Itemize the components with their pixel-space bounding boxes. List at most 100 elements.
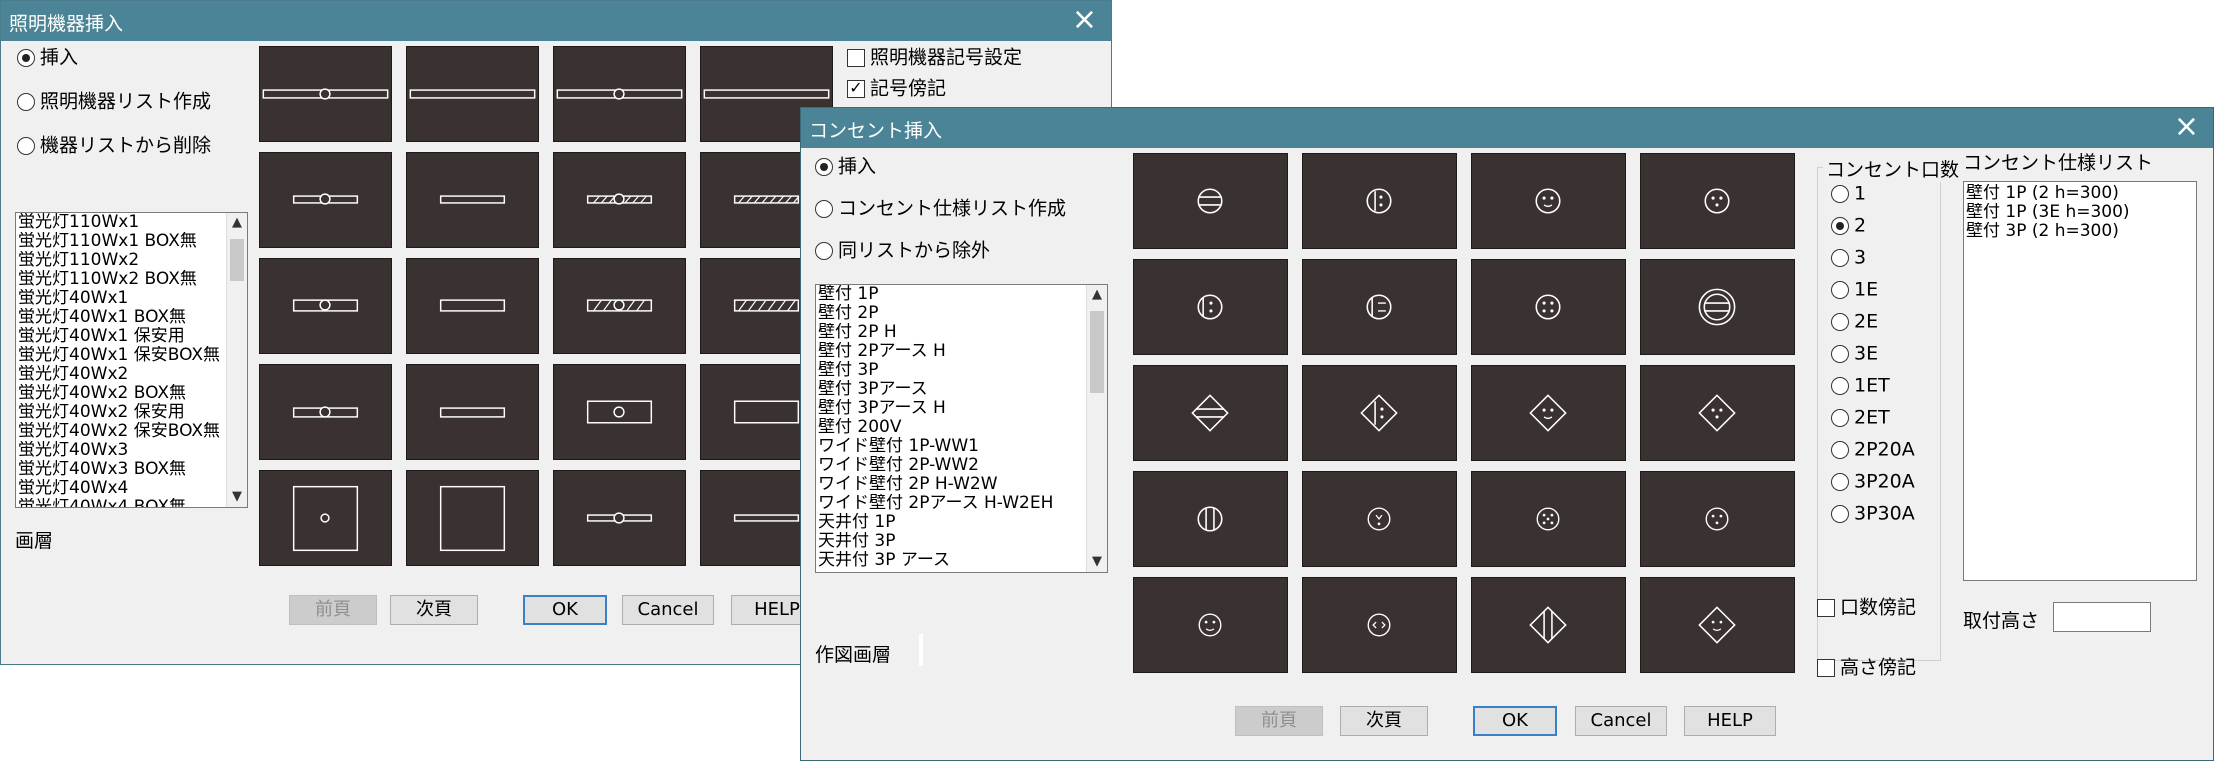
outlet-symbol-r3c2[interactable]	[1471, 471, 1626, 567]
list-item[interactable]: 蛍光灯40Wx2	[18, 365, 225, 384]
list-item[interactable]: 壁付 2Pアース H	[818, 342, 1085, 361]
list-item[interactable]: 蛍光灯110Wx1	[18, 213, 225, 232]
outlet-count-option[interactable]: 1ET	[1831, 372, 1890, 398]
outlet-symbol-r2c2[interactable]	[1471, 365, 1626, 461]
outlet-symbol-r0c0[interactable]	[1133, 153, 1288, 249]
outlet-mount-height-input[interactable]	[2053, 602, 2151, 632]
outlet-count-option[interactable]: 2P20A	[1831, 436, 1915, 462]
outlet-symbol-r4c0[interactable]	[1133, 577, 1288, 673]
radio-button[interactable]	[815, 157, 833, 176]
outlet-symbol-r3c0[interactable]	[1133, 471, 1288, 567]
light-symbol-r4c1[interactable]	[406, 470, 539, 566]
outlet-count-note-check[interactable]: 口数傍記	[1817, 594, 1916, 620]
list-item[interactable]: 蛍光灯40Wx1	[18, 289, 225, 308]
list-item[interactable]: 壁付 2P	[818, 304, 1085, 323]
outlet-symbol-r4c2[interactable]	[1471, 577, 1626, 673]
outlet-count-option[interactable]: 3P20A	[1831, 468, 1915, 494]
list-item[interactable]: 天井付 3P アース	[818, 551, 1085, 570]
list-item[interactable]: 蛍光灯40Wx1 保安BOX無	[18, 346, 225, 365]
list-item[interactable]: 壁付 3P (2 h=300)	[1966, 222, 2194, 241]
list-item[interactable]: ワイド壁付 2P H-W2W	[818, 475, 1085, 494]
scroll-thumb[interactable]	[230, 239, 244, 281]
light-symbol-r1c0[interactable]	[259, 152, 392, 248]
outlet-type-list[interactable]: 壁付 1P 壁付 2P 壁付 2P H 壁付 2Pアース H 壁付 3P 壁付 3Pアース…	[815, 284, 1108, 573]
light-symbol-r0c2[interactable]	[553, 46, 686, 142]
outlet-cancel-button[interactable]: Cancel	[1575, 706, 1667, 736]
list-item[interactable]: 蛍光灯40Wx2 保安用	[18, 403, 225, 422]
list-item[interactable]: ワイド壁付 2P-WW2	[818, 456, 1085, 475]
outlet-symbol-r0c2[interactable]	[1471, 153, 1626, 249]
lighting-equipment-list[interactable]: 蛍光灯110Wx1 蛍光灯110Wx1 BOX無 蛍光灯110Wx2 蛍光灯110Wx…	[15, 212, 248, 508]
radio-button[interactable]	[1831, 216, 1849, 235]
lighting-dialog-titlebar[interactable]: 照明機器挿入 ×	[1, 1, 1111, 41]
outlet-dialog-titlebar[interactable]: コンセント挿入 ×	[801, 108, 2213, 148]
radio-button[interactable]	[1831, 408, 1849, 427]
list-item[interactable]: 蛍光灯40Wx4 BOX無	[18, 498, 225, 507]
light-symbol-r2c1[interactable]	[406, 258, 539, 354]
lighting-next-page-button[interactable]: 次頁	[390, 595, 478, 625]
outlet-spec-list[interactable]: 壁付 1P (2 h=300) 壁付 1P (3E h=300) 壁付 3P (2 …	[1963, 181, 2197, 581]
radio-button[interactable]	[1831, 248, 1849, 267]
radio-button[interactable]	[815, 241, 833, 260]
lighting-list-scrollbar[interactable]: ▲ ▼	[226, 213, 247, 507]
lighting-ok-button[interactable]: OK	[523, 595, 607, 625]
outlet-symbol-r2c1[interactable]	[1302, 365, 1457, 461]
outlet-help-button[interactable]: HELP	[1684, 706, 1776, 736]
outlet-symbol-r0c1[interactable]	[1302, 153, 1457, 249]
list-item[interactable]: 蛍光灯110Wx2	[18, 251, 225, 270]
lighting-cancel-button[interactable]: Cancel	[622, 595, 714, 625]
light-symbol-r2c2[interactable]	[553, 258, 686, 354]
outlet-mode-create-spec-list[interactable]: コンセント仕様リスト作成	[815, 195, 1066, 221]
outlet-symbol-r2c3[interactable]	[1640, 365, 1795, 461]
outlet-count-option[interactable]: 2	[1831, 212, 1866, 238]
outlet-symbol-r3c1[interactable]	[1302, 471, 1457, 567]
radio-button[interactable]	[1831, 280, 1849, 299]
list-item[interactable]: 天井付 1P	[818, 513, 1085, 532]
lighting-prev-page-button[interactable]: 前頁	[289, 595, 377, 625]
lighting-mode-create-list[interactable]: 照明機器リスト作成	[17, 88, 211, 114]
list-item[interactable]: 壁付 3Pアース H	[818, 399, 1085, 418]
list-item[interactable]: 蛍光灯40Wx1 BOX無	[18, 308, 225, 327]
outlet-symbol-r2c0[interactable]	[1133, 365, 1288, 461]
radio-button[interactable]	[17, 92, 35, 111]
outlet-count-option[interactable]: 3E	[1831, 340, 1878, 366]
outlet-mode-exclude[interactable]: 同リストから除外	[815, 237, 990, 263]
list-item[interactable]: 壁付 1P (3E h=300)	[1966, 203, 2194, 222]
outlet-symbol-r1c0[interactable]	[1133, 259, 1288, 355]
checkbox[interactable]: ✓	[847, 79, 865, 98]
radio-button[interactable]	[1831, 184, 1849, 203]
light-symbol-r3c2[interactable]	[553, 364, 686, 460]
list-item[interactable]: 壁付 200V	[818, 418, 1085, 437]
lighting-mode-insert[interactable]: 挿入	[17, 44, 78, 70]
list-item[interactable]: 壁付 2P H	[818, 323, 1085, 342]
outlet-count-option[interactable]: 1	[1831, 180, 1866, 206]
outlet-symbol-r4c1[interactable]	[1302, 577, 1457, 673]
outlet-symbol-r1c2[interactable]	[1471, 259, 1626, 355]
close-icon[interactable]: ×	[2174, 110, 2199, 144]
scroll-up-arrow-icon[interactable]: ▲	[1087, 285, 1107, 305]
lighting-mode-remove[interactable]: 機器リストから削除	[17, 132, 211, 158]
list-item[interactable]: ワイド壁付 1P-WW1	[818, 437, 1085, 456]
light-symbol-r4c2[interactable]	[553, 470, 686, 566]
list-item[interactable]: 蛍光灯40Wx2 BOX無	[18, 384, 225, 403]
light-symbol-r3c1[interactable]	[406, 364, 539, 460]
list-item[interactable]: 壁付 1P	[818, 285, 1085, 304]
list-item[interactable]: 天井付 3P	[818, 532, 1085, 551]
outlet-count-option[interactable]: 3	[1831, 244, 1866, 270]
radio-button[interactable]	[1831, 472, 1849, 491]
list-item[interactable]: ワイド壁付 2Pアース H-W2EH	[818, 494, 1085, 513]
outlet-layer-field[interactable]	[919, 634, 923, 666]
lighting-symbol-note-check[interactable]: ✓ 記号傍記	[847, 75, 946, 101]
outlet-mode-insert[interactable]: 挿入	[815, 153, 876, 179]
list-item[interactable]: 蛍光灯40Wx4	[18, 479, 225, 498]
radio-button[interactable]	[815, 199, 833, 218]
lighting-symbol-setting-check[interactable]: 照明機器記号設定	[847, 44, 1022, 70]
outlet-symbol-r1c1[interactable]	[1302, 259, 1457, 355]
list-item[interactable]: 蛍光灯40Wx2 保安BOX無	[18, 422, 225, 441]
list-item[interactable]: 蛍光灯40Wx3 BOX無	[18, 460, 225, 479]
light-symbol-r0c1[interactable]	[406, 46, 539, 142]
list-item[interactable]: 壁付 3P	[818, 361, 1085, 380]
radio-button[interactable]	[1831, 376, 1849, 395]
outlet-count-option[interactable]: 2E	[1831, 308, 1878, 334]
scroll-up-arrow-icon[interactable]: ▲	[227, 213, 247, 233]
